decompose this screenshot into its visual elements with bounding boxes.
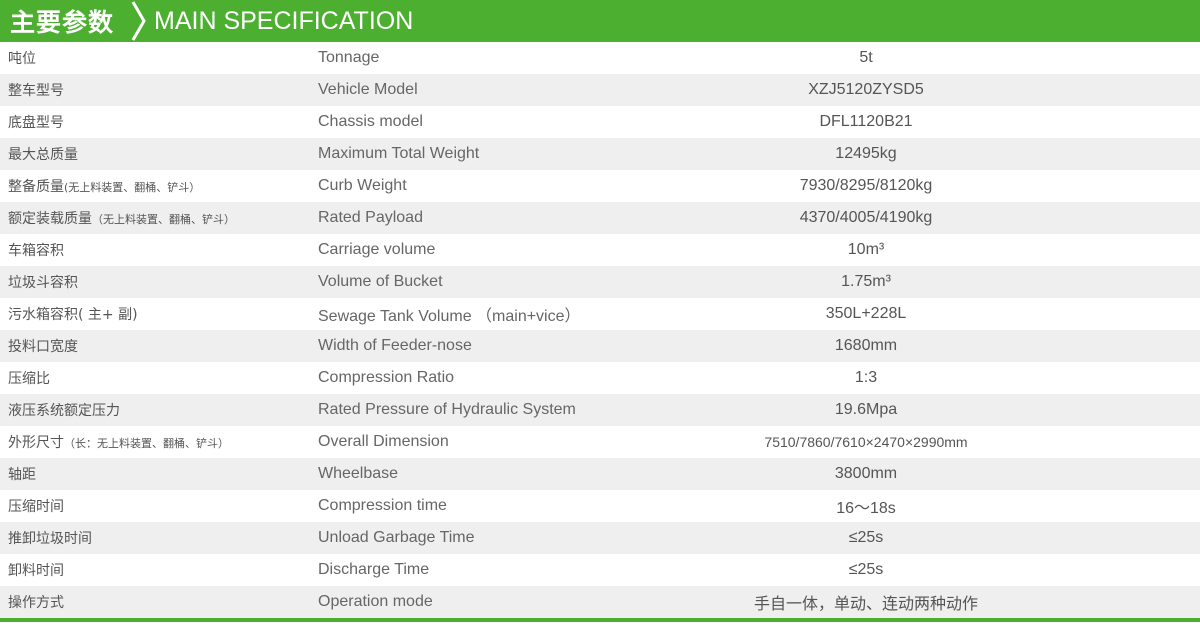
label-cn: 轴距	[0, 464, 318, 484]
label-en: Wheelbase	[318, 465, 399, 482]
label-en: Unload Garbage Time	[318, 529, 475, 546]
table-row: 底盘型号 Chassis model DFL1120B21	[0, 106, 1200, 138]
value-cell: 19.6Mpa	[834, 401, 898, 418]
label-cn: 投料口宽度	[0, 336, 318, 356]
label-cn: 卸料时间	[0, 560, 318, 580]
label-cn-text: 额定装载质量	[8, 211, 92, 227]
value-cell: 1680mm	[834, 337, 898, 354]
table-row: 投料口宽度 Width of Feeder-nose 1680mm	[0, 330, 1200, 362]
value-cell: ≤25s	[848, 561, 884, 578]
label-cn-text: 底盘型号	[8, 115, 64, 131]
label-cn: 推卸垃圾时间	[0, 528, 318, 548]
label-cn-text: 车箱容积	[8, 243, 64, 259]
table-row: 外形尺寸（长：无上料装置、翻桶、铲斗） Overall Dimension 75…	[0, 426, 1200, 458]
label-cn-text: 垃圾斗容积	[8, 275, 78, 291]
label-en: Overall Dimension	[318, 433, 449, 450]
bottom-divider	[0, 618, 1200, 622]
label-en: Compression time	[318, 497, 447, 514]
label-en: Carriage volume	[318, 241, 436, 258]
label-cn-text: 污水箱容积( 主+ 副)	[8, 307, 138, 323]
label-cn-note: (无上料装置、翻桶、铲斗）	[64, 181, 201, 194]
label-en: Maximum Total Weight	[318, 145, 480, 162]
table-row: 操作方式 Operation mode 手自一体，单动、连动两种动作	[0, 586, 1200, 618]
label-cn: 整备质量(无上料装置、翻桶、铲斗）	[0, 176, 318, 196]
value-cell: 7510/7860/7610×2470×2990mm	[764, 434, 968, 450]
value-cell: 350L+228L	[825, 305, 907, 322]
label-cn: 压缩比	[0, 368, 318, 388]
label-cn: 垃圾斗容积	[0, 272, 318, 292]
label-en: Compression Ratio	[318, 369, 455, 386]
spec-header: 主要参数 MAIN SPECIFICATION	[0, 0, 1200, 42]
label-en: Rated Pressure of Hydraulic System	[318, 401, 576, 418]
label-en: Width of Feeder-nose	[318, 337, 472, 354]
value-cell: 手自一体，单动、连动两种动作	[753, 596, 978, 613]
value-cell: ≤25s	[848, 529, 884, 546]
label-en: Vehicle Model	[318, 81, 418, 98]
table-row: 污水箱容积( 主+ 副) Sewage Tank Volume （main+vi…	[0, 298, 1200, 330]
label-cn-text: 吨位	[8, 51, 36, 67]
label-cn: 整车型号	[0, 80, 318, 100]
label-cn: 车箱容积	[0, 240, 318, 260]
table-row: 压缩比 Compression Ratio 1:3	[0, 362, 1200, 394]
label-cn-note: （长：无上料装置、翻桶、铲斗）	[64, 437, 229, 450]
label-cn-text: 推卸垃圾时间	[8, 531, 92, 547]
label-en: Volume of Bucket	[318, 273, 443, 290]
value-cell: 1.75m³	[841, 273, 891, 290]
table-row: 压缩时间 Compression time 16～18s	[0, 490, 1200, 522]
table-row: 轴距 Wheelbase 3800mm	[0, 458, 1200, 490]
label-cn: 最大总质量	[0, 144, 318, 164]
table-row: 整备质量(无上料装置、翻桶、铲斗） Curb Weight 7930/8295/…	[0, 170, 1200, 202]
label-en: Curb Weight	[318, 177, 407, 194]
value-cell: 5t	[859, 49, 873, 66]
label-cn-text: 压缩时间	[8, 499, 64, 515]
table-row: 垃圾斗容积 Volume of Bucket 1.75m³	[0, 266, 1200, 298]
value-cell: 7930/8295/8120kg	[799, 177, 933, 194]
value-cell: 10m³	[847, 241, 885, 258]
label-en: Operation mode	[318, 593, 433, 610]
label-cn: 额定装载质量（无上料装置、翻桶、铲斗）	[0, 208, 318, 228]
label-en: Sewage Tank Volume （main+vice）	[318, 308, 581, 325]
label-cn: 操作方式	[0, 592, 318, 612]
title-english: MAIN SPECIFICATION	[154, 6, 414, 35]
label-en: Chassis model	[318, 113, 423, 130]
label-cn: 液压系统额定压力	[0, 400, 318, 420]
value-cell: 1:3	[854, 369, 878, 386]
label-cn-text: 操作方式	[8, 595, 64, 611]
table-row: 卸料时间 Discharge Time ≤25s	[0, 554, 1200, 586]
label-cn-text: 整车型号	[8, 83, 64, 99]
table-row: 推卸垃圾时间 Unload Garbage Time ≤25s	[0, 522, 1200, 554]
label-cn-note: （无上料装置、翻桶、铲斗）	[92, 213, 235, 226]
table-row: 液压系统额定压力 Rated Pressure of Hydraulic Sys…	[0, 394, 1200, 426]
label-cn-text: 轴距	[8, 467, 36, 483]
value-cell: 4370/4005/4190kg	[799, 209, 933, 226]
label-en: Discharge Time	[318, 561, 430, 578]
label-cn: 吨位	[0, 48, 318, 68]
label-en: Rated Payload	[318, 209, 423, 226]
label-cn-text: 投料口宽度	[8, 339, 78, 355]
table-row: 最大总质量 Maximum Total Weight 12495kg	[0, 138, 1200, 170]
value-cell: 3800mm	[834, 465, 898, 482]
label-cn: 底盘型号	[0, 112, 318, 132]
label-cn-text: 卸料时间	[8, 563, 64, 579]
label-cn-text: 外形尺寸	[8, 435, 64, 451]
chevron-separator-icon	[131, 1, 146, 41]
label-cn-text: 整备质量	[8, 179, 64, 195]
table-row: 吨位 Tonnage 5t	[0, 42, 1200, 74]
table-row: 整车型号 Vehicle Model XZJ5120ZYSD5	[0, 74, 1200, 106]
table-row: 额定装载质量（无上料装置、翻桶、铲斗） Rated Payload 4370/4…	[0, 202, 1200, 234]
spec-table: 吨位 Tonnage 5t 整车型号 Vehicle Model XZJ5120…	[0, 42, 1200, 618]
table-row: 车箱容积 Carriage volume 10m³	[0, 234, 1200, 266]
label-cn-text: 最大总质量	[8, 147, 78, 163]
label-cn-text: 压缩比	[8, 371, 50, 387]
value-cell: XZJ5120ZYSD5	[808, 81, 924, 98]
value-cell: 12495kg	[835, 145, 897, 162]
label-cn: 污水箱容积( 主+ 副)	[0, 304, 318, 324]
title-chinese: 主要参数	[10, 8, 115, 37]
label-en: Tonnage	[318, 49, 380, 66]
value-cell: DFL1120B21	[819, 113, 913, 130]
label-cn-text: 液压系统额定压力	[8, 403, 120, 419]
value-cell: 16～18s	[836, 500, 896, 517]
label-cn: 外形尺寸（长：无上料装置、翻桶、铲斗）	[0, 432, 318, 452]
label-cn: 压缩时间	[0, 496, 318, 516]
